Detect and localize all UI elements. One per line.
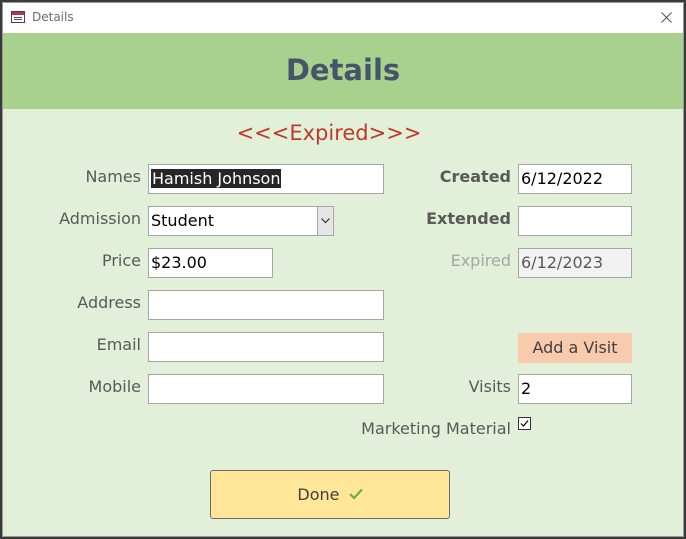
price-value: $23.00 [151, 253, 207, 272]
checkmark-icon [348, 488, 363, 500]
expired-label: Expired [450, 251, 511, 270]
window-title: Details [32, 10, 74, 24]
expired-value: 6/12/2023 [521, 253, 604, 272]
form-icon [11, 11, 25, 23]
created-value: 6/12/2022 [521, 169, 604, 188]
created-label: Created [439, 167, 511, 186]
close-button[interactable] [655, 6, 679, 30]
extended-label: Extended [426, 209, 511, 228]
mobile-label: Mobile [88, 377, 141, 396]
names-label: Names [85, 167, 141, 186]
admission-combo[interactable]: Student [148, 206, 334, 236]
address-field[interactable] [148, 290, 384, 320]
mobile-field[interactable] [148, 374, 384, 404]
admission-value: Student [151, 211, 214, 230]
close-icon [661, 12, 672, 23]
marketing-material-checkbox[interactable] [518, 417, 531, 430]
address-label: Address [77, 293, 141, 312]
expired-status-label: <<<Expired>>> [236, 121, 422, 145]
extended-date-field[interactable] [518, 206, 632, 236]
names-value: Hamish Johnson [151, 169, 282, 188]
checkmark-icon [520, 420, 529, 427]
email-field[interactable] [148, 332, 384, 362]
marketing-material-label: Marketing Material [361, 419, 511, 438]
expired-date-field: 6/12/2023 [518, 248, 632, 278]
details-window: Details Details <<<Expired>>> Names Admi… [2, 2, 684, 537]
created-date-field[interactable]: 6/12/2022 [518, 164, 632, 194]
done-label: Done [297, 485, 340, 504]
done-button[interactable]: Done [210, 470, 450, 519]
admission-dropdown-button[interactable] [317, 207, 333, 235]
add-visit-button[interactable]: Add a Visit [518, 333, 632, 363]
price-label: Price [101, 251, 141, 270]
price-field[interactable]: $23.00 [148, 248, 273, 278]
title-bar: Details [3, 3, 683, 33]
names-field[interactable]: Hamish Johnson [148, 164, 384, 194]
email-label: Email [96, 335, 141, 354]
visits-field[interactable]: 2 [518, 374, 632, 404]
chevron-down-icon [321, 218, 330, 224]
visits-label: Visits [468, 377, 511, 396]
visits-value: 2 [521, 379, 532, 398]
page-title: Details [285, 53, 401, 87]
admission-label: Admission [59, 209, 141, 228]
